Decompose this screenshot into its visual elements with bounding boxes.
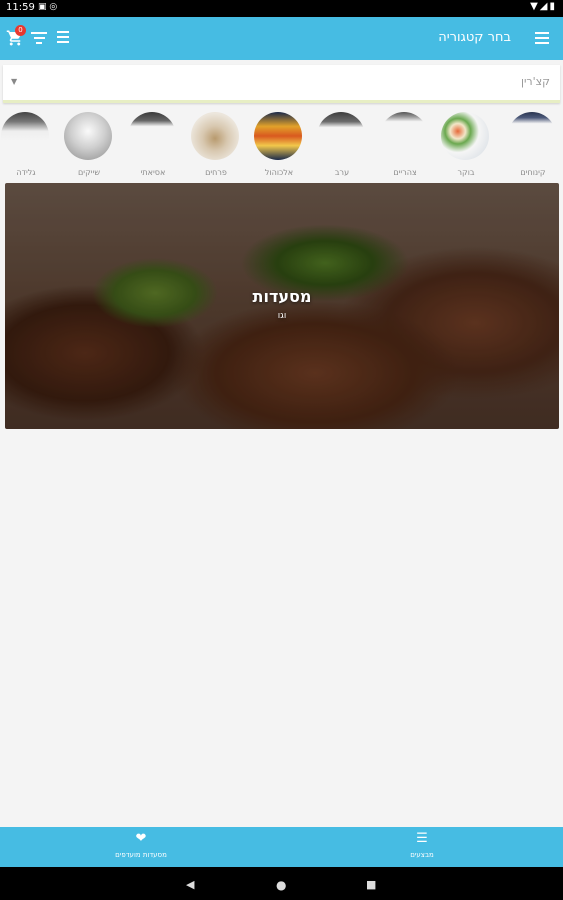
category-image (64, 112, 112, 160)
category-item-evening[interactable]: ערב (312, 108, 372, 180)
recents-icon[interactable]: ■ (366, 878, 376, 891)
app-bar: 0 בחר קטגוריה (0, 17, 563, 60)
category-image (254, 112, 302, 160)
category-label: אלכוהול (264, 168, 294, 177)
category-label: אסיאתי (140, 168, 166, 177)
list-icon: ☰ (416, 831, 428, 846)
filter-icon[interactable] (31, 32, 47, 44)
tab-favorite-restaurants[interactable]: ❤ מסעדות מועדפים (81, 831, 201, 865)
category-image (380, 112, 428, 160)
category-item-ice-cream[interactable]: גלידה (0, 108, 56, 180)
category-item-breakfast[interactable]: בוקר (436, 108, 496, 180)
cart-badge: 0 (15, 25, 26, 36)
category-image (128, 112, 176, 160)
category-item-alcohol[interactable]: אלכוהול (249, 108, 309, 180)
chevron-down-icon: ▼ (11, 77, 18, 86)
city-dropdown-value: קצ'רין (520, 75, 550, 88)
banner-overlay (5, 183, 559, 429)
heart-icon: ❤ (135, 831, 147, 846)
category-image (508, 112, 556, 160)
category-item-desserts[interactable]: קינוחים (503, 108, 563, 180)
category-image (317, 112, 365, 160)
category-item-lunch[interactable]: צהריים (375, 108, 435, 180)
category-label: שייקים (77, 168, 101, 177)
category-image (191, 112, 239, 160)
category-image (441, 112, 489, 160)
restaurants-banner[interactable]: מסעדות וגו (5, 183, 559, 429)
page-title: בחר קטגוריה (438, 30, 511, 45)
category-label: גלידה (16, 168, 36, 177)
banner-title: מסעדות (252, 287, 312, 306)
category-item-asian[interactable]: אסיאתי (123, 108, 183, 180)
category-label: בוקר (457, 168, 475, 177)
menu-icon[interactable] (535, 32, 549, 44)
category-label: פרחים (205, 168, 227, 177)
status-system-icons: ▼◢▮ (530, 1, 557, 12)
tab-label: מבצעים (410, 851, 434, 859)
category-label: צהריים (393, 168, 417, 177)
category-label: קינוחים (520, 168, 546, 177)
category-item-flowers[interactable]: פרחים (186, 108, 246, 180)
tab-label: מסעדות מועדפים (115, 851, 167, 859)
status-time: 11:59 (6, 2, 35, 13)
status-notification-icons: ▣ ◎ (38, 2, 58, 12)
tab-deals[interactable]: ☰ מבצעים (362, 831, 482, 865)
category-item-shakes[interactable]: שייקים (59, 108, 119, 180)
banner-subtitle: וגו (277, 311, 287, 321)
city-dropdown[interactable]: ▼ קצ'רין (3, 65, 560, 103)
list-icon[interactable] (57, 31, 69, 45)
category-label: ערב (334, 168, 350, 177)
category-image (1, 112, 49, 160)
bottom-nav: ❤ מסעדות מועדפים ☰ מבצעים (0, 827, 563, 867)
category-strip[interactable]: גלידה שייקים אסיאתי פרחים אלכוהול ערב צה… (0, 108, 563, 180)
back-icon[interactable]: ◀ (186, 878, 194, 891)
system-nav-bar: ◀ ● ■ (0, 867, 563, 900)
status-bar: 11:59 ▣ ◎ ▼◢▮ (0, 0, 563, 17)
home-icon[interactable]: ● (276, 878, 286, 892)
